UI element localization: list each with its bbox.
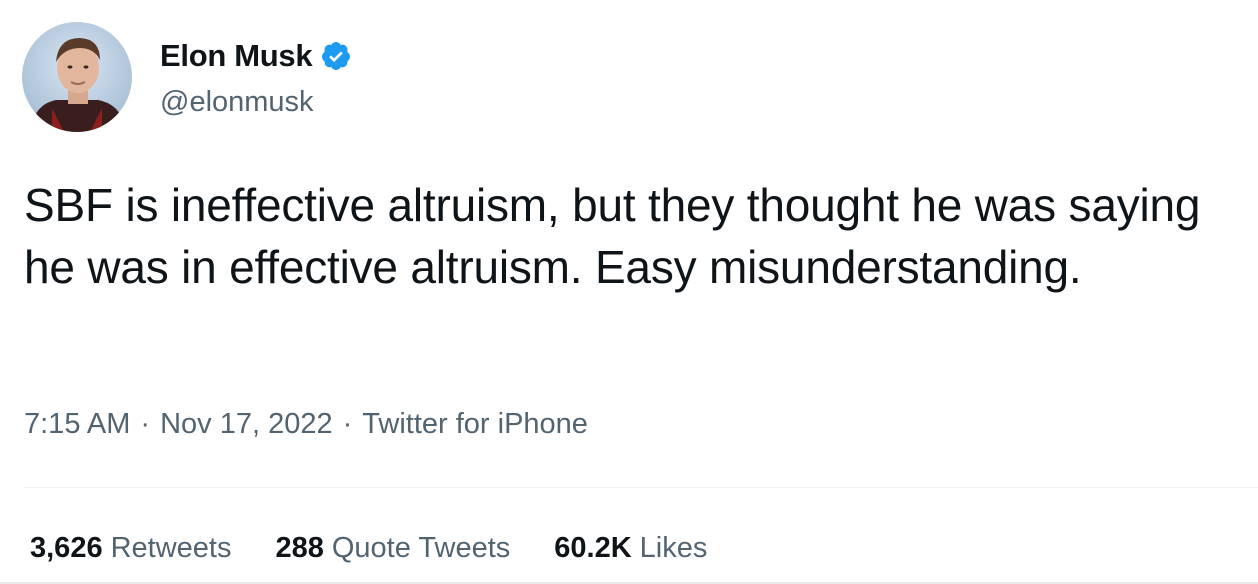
divider <box>24 487 1258 488</box>
likes-count: 60.2K <box>554 532 632 564</box>
quote-tweets-stat[interactable]: 288 Quote Tweets <box>275 532 510 565</box>
author-handle[interactable]: @elonmusk <box>160 86 352 119</box>
author-display-name[interactable]: Elon Musk <box>160 38 313 74</box>
meta-separator: · <box>342 408 353 440</box>
name-row: Elon Musk <box>160 38 352 74</box>
tweet-date[interactable]: Nov 17, 2022 <box>160 408 333 441</box>
tweet-source[interactable]: Twitter for iPhone <box>362 408 588 441</box>
retweets-count: 3,626 <box>30 532 103 564</box>
verified-badge-icon <box>320 40 352 72</box>
tweet-stats: 3,626 Retweets 288 Quote Tweets 60.2K Likes <box>30 532 751 565</box>
retweets-label: Retweets <box>110 532 232 564</box>
retweets-stat[interactable]: 3,626 Retweets <box>30 532 231 565</box>
likes-stat[interactable]: 60.2K Likes <box>554 532 707 565</box>
likes-label: Likes <box>639 532 708 564</box>
quote-tweets-count: 288 <box>275 532 324 564</box>
tweet-card: Elon Musk @elonmusk SBF is ineffective a… <box>0 0 1258 584</box>
tweet-header: Elon Musk @elonmusk <box>22 22 352 132</box>
tweet-time[interactable]: 7:15 AM <box>24 408 130 441</box>
avatar[interactable] <box>22 22 132 132</box>
quote-tweets-label: Quote Tweets <box>331 532 511 564</box>
author-names: Elon Musk @elonmusk <box>160 38 352 119</box>
avatar-image <box>22 22 132 132</box>
meta-separator: · <box>140 408 151 440</box>
tweet-text: SBF is ineffective altruism, but they th… <box>24 179 1201 293</box>
tweet-meta: 7:15 AM · Nov 17, 2022 · Twitter for iPh… <box>24 408 588 441</box>
